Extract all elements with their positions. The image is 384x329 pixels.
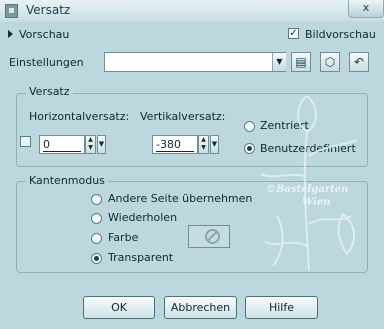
horizontal-offset-input[interactable]: 0	[39, 135, 85, 154]
transparent-label: Transparent	[108, 251, 174, 264]
floppy-disk-icon: ▤	[295, 55, 307, 69]
vertical-offset-input[interactable]: -380	[152, 135, 198, 154]
wrap-label: Andere Seite übernehmen	[108, 192, 253, 205]
watermark-line2: Wien	[302, 197, 331, 208]
reset-arrow-icon: ↶	[353, 55, 365, 69]
vertical-offset-label: Vertikalversatz:	[140, 110, 226, 123]
app-icon	[5, 4, 18, 18]
spin-arrows-icon: ▲ ▼	[201, 136, 206, 151]
cancel-button[interactable]: Abbrechen	[164, 296, 237, 319]
horizontal-offset-dropdown[interactable]: ▼	[97, 135, 106, 154]
horizontal-offset-label: Horizontalversatz:	[29, 110, 130, 123]
disabled-icon	[205, 229, 220, 244]
spin-arrows-icon: ▲ ▼	[88, 136, 93, 151]
preview-toggle[interactable]: Vorschau	[8, 28, 69, 41]
wrap-radio[interactable]	[91, 194, 102, 205]
offset-group-title: Versatz	[26, 85, 73, 98]
show-preview-checkbox[interactable]: ✓	[288, 28, 299, 39]
preview-label: Vorschau	[19, 28, 70, 41]
horizontal-offset-value: 0	[43, 138, 81, 152]
vertical-offset-value: -380	[156, 138, 194, 152]
window-title: Versatz	[26, 3, 71, 17]
save-preset-button[interactable]: ▤	[291, 52, 311, 72]
randomize-button[interactable]: ⬡	[320, 52, 340, 72]
help-button[interactable]: Hilfe	[245, 296, 318, 319]
repeat-label: Wiederholen	[108, 211, 178, 224]
chevron-down-icon[interactable]: ▼	[272, 53, 286, 71]
chevron-down-icon: ▼	[98, 140, 105, 148]
dice-icon: ⬡	[324, 55, 336, 69]
expand-triangle-icon	[8, 30, 13, 38]
show-preview-label: Bildvorschau	[305, 28, 376, 41]
chevron-down-icon: ▼	[211, 140, 218, 148]
color-label: Farbe	[108, 231, 139, 244]
reset-button[interactable]: ↶	[349, 52, 369, 72]
link-offsets-checkbox[interactable]	[20, 136, 31, 147]
transparent-radio[interactable]	[91, 253, 102, 264]
watermark-line1: ©Bastelgarten	[266, 184, 349, 195]
color-radio[interactable]	[91, 233, 102, 244]
edge-mode-group-title: Kantenmodus	[26, 174, 108, 187]
presets-label: Einstellungen	[9, 56, 84, 69]
repeat-radio[interactable]	[91, 213, 102, 224]
presets-dropdown[interactable]	[104, 52, 286, 72]
horizontal-offset-stepper[interactable]: ▲ ▼	[85, 135, 96, 154]
close-button[interactable]: x	[348, 0, 384, 18]
vertical-offset-stepper[interactable]: ▲ ▼	[198, 135, 209, 154]
ok-button[interactable]: OK	[83, 296, 155, 319]
vertical-offset-dropdown[interactable]: ▼	[210, 135, 219, 154]
